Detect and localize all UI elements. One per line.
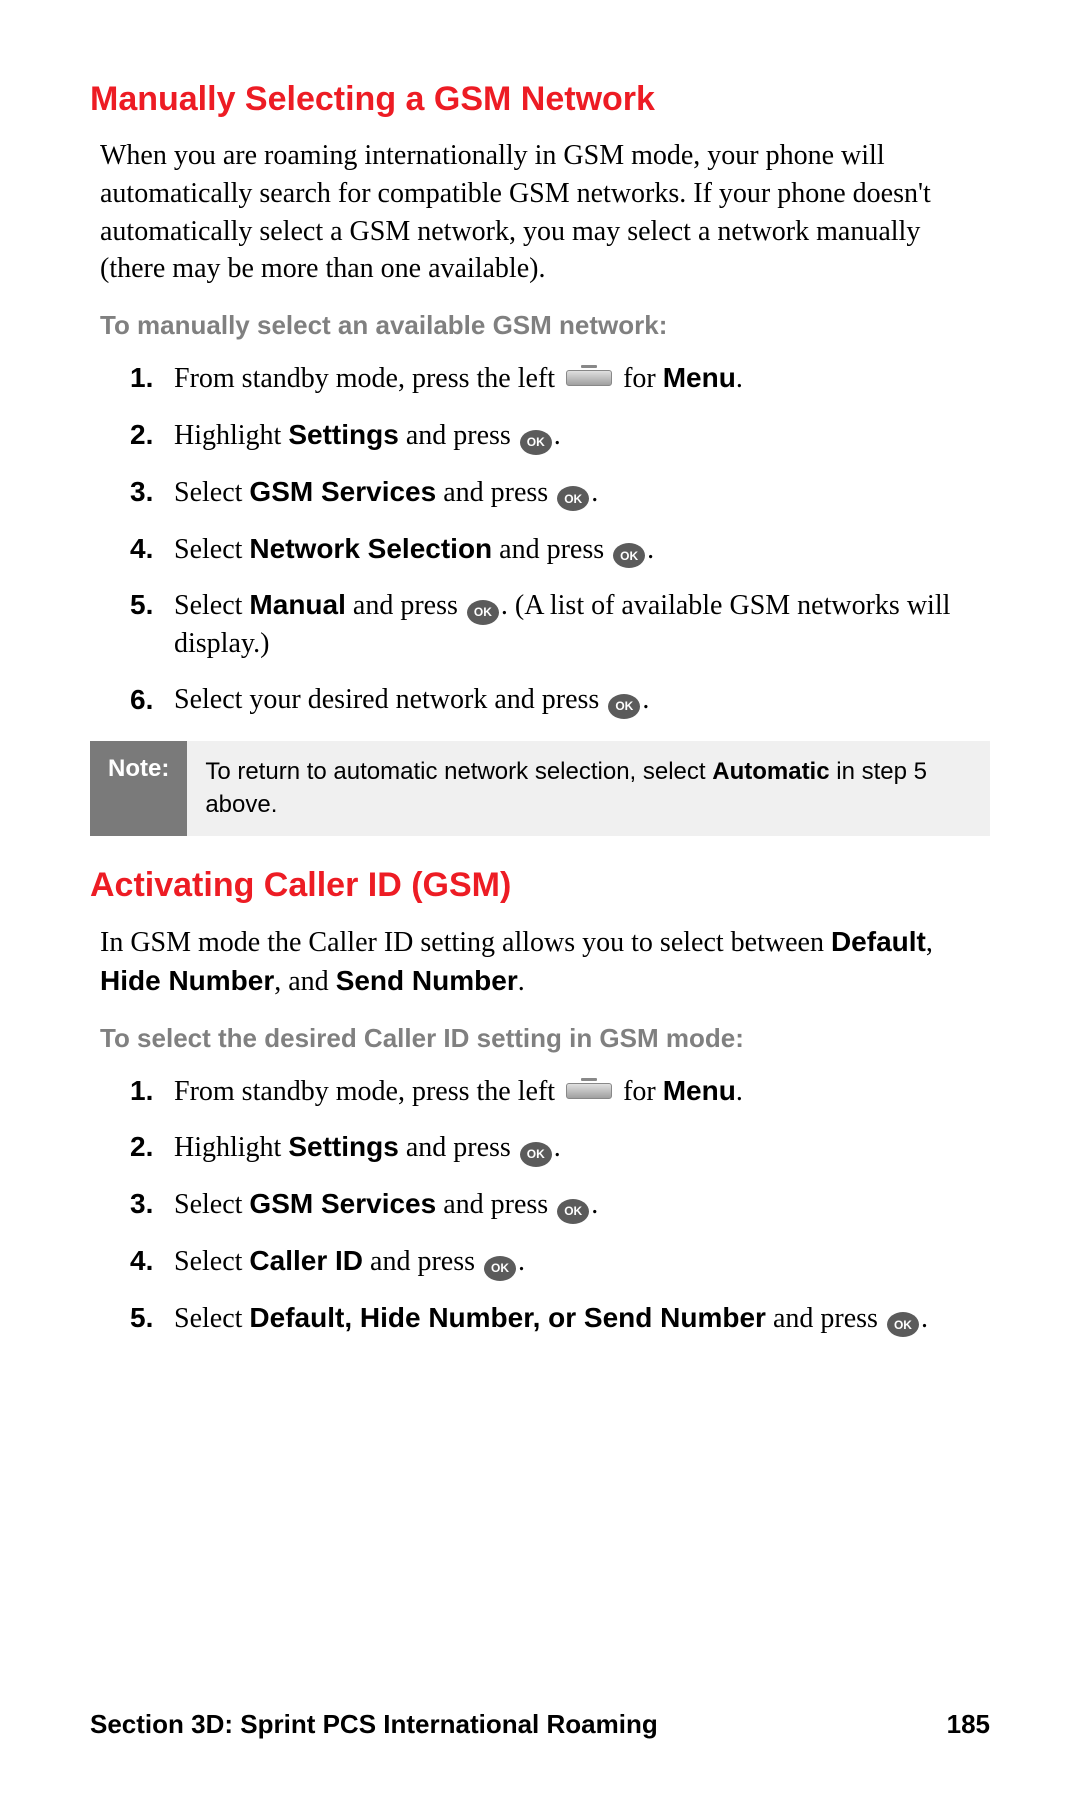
text: , — [926, 927, 933, 958]
text: . — [518, 966, 525, 997]
text: Select — [174, 1246, 249, 1277]
text: . — [647, 534, 654, 565]
step-2-1: From standby mode, press the left for Me… — [130, 1072, 980, 1111]
text: Highlight — [174, 1132, 288, 1163]
step-2-2: Highlight Settings and press OK. — [130, 1128, 980, 1167]
text: and press — [363, 1246, 482, 1277]
step-1-3: Select GSM Services and press OK. — [130, 473, 980, 512]
text: for — [616, 1076, 663, 1107]
ok-icon: OK — [520, 430, 552, 455]
page: Manually Selecting a GSM Network When yo… — [0, 0, 1080, 1800]
intro-paragraph-1: When you are roaming internationally in … — [100, 137, 980, 288]
ok-icon: OK — [557, 486, 589, 511]
text: and press — [436, 1189, 555, 1220]
text: Select — [174, 590, 249, 621]
note-label: Note: — [90, 741, 187, 836]
heading-gsm-network: Manually Selecting a GSM Network — [90, 80, 990, 119]
bold: Menu — [663, 362, 736, 393]
text: . — [736, 363, 743, 394]
text: and press — [399, 420, 518, 451]
text: . — [554, 1132, 561, 1163]
text: . — [921, 1303, 928, 1334]
note-body: To return to automatic network selection… — [187, 741, 990, 836]
text: and press — [436, 477, 555, 508]
text: From standby mode, press the left — [174, 1076, 562, 1107]
text: Select — [174, 1189, 249, 1220]
step-1-5: Select Manual and press OK. (A list of a… — [130, 586, 980, 663]
bold: GSM Services — [249, 476, 436, 507]
page-footer: Section 3D: Sprint PCS International Roa… — [90, 1709, 990, 1740]
bold: Default, Hide Number, or Send Number — [249, 1302, 766, 1333]
text: . — [642, 684, 649, 715]
footer-section: Section 3D: Sprint PCS International Roa… — [90, 1709, 658, 1740]
ok-icon: OK — [557, 1199, 589, 1224]
step-1-4: Select Network Selection and press OK. — [130, 530, 980, 569]
text: Select — [174, 477, 249, 508]
note-box: Note: To return to automatic network sel… — [90, 741, 990, 836]
text: and press — [399, 1132, 518, 1163]
step-1-2: Highlight Settings and press OK. — [130, 416, 980, 455]
ok-icon: OK — [887, 1312, 919, 1337]
text: . — [736, 1076, 743, 1107]
text: and press — [346, 590, 465, 621]
leadin-1: To manually select an available GSM netw… — [100, 310, 980, 341]
text: From standby mode, press the left — [174, 363, 562, 394]
bold: Manual — [249, 589, 345, 620]
step-1-1: From standby mode, press the left for Me… — [130, 359, 980, 398]
bold: Send Number — [336, 965, 518, 996]
bold: Default — [831, 926, 926, 957]
ok-icon: OK — [608, 694, 640, 719]
text: Select — [174, 1303, 249, 1334]
ok-icon: OK — [613, 543, 645, 568]
text: . — [591, 477, 598, 508]
steps-list-2: From standby mode, press the left for Me… — [130, 1072, 980, 1338]
ok-icon: OK — [520, 1142, 552, 1167]
intro-paragraph-2: In GSM mode the Caller ID setting allows… — [100, 923, 980, 1001]
bold: Menu — [663, 1075, 736, 1106]
bold: Caller ID — [249, 1245, 363, 1276]
text: and press — [492, 534, 611, 565]
step-2-5: Select Default, Hide Number, or Send Num… — [130, 1299, 980, 1338]
bold: Hide Number — [100, 965, 274, 996]
step-2-3: Select GSM Services and press OK. — [130, 1185, 980, 1224]
text: . — [591, 1189, 598, 1220]
heading-caller-id: Activating Caller ID (GSM) — [90, 866, 990, 905]
step-2-4: Select Caller ID and press OK. — [130, 1242, 980, 1281]
leadin-2: To select the desired Caller ID setting … — [100, 1023, 980, 1054]
text: In GSM mode the Caller ID setting allows… — [100, 927, 831, 958]
text: Select your desired network and press — [174, 684, 606, 715]
ok-icon: OK — [484, 1256, 516, 1281]
text: Select — [174, 534, 249, 565]
bold: GSM Services — [249, 1188, 436, 1219]
steps-list-1: From standby mode, press the left for Me… — [130, 359, 980, 719]
softkey-icon — [566, 370, 612, 386]
text: . — [518, 1246, 525, 1277]
text: , and — [274, 966, 335, 997]
footer-page-number: 185 — [947, 1709, 990, 1740]
step-1-6: Select your desired network and press OK… — [130, 681, 980, 719]
text: for — [616, 363, 663, 394]
text: . — [554, 420, 561, 451]
text: To return to automatic network selection… — [205, 758, 712, 785]
text: and press — [766, 1303, 885, 1334]
bold: Settings — [288, 419, 398, 450]
bold: Settings — [288, 1131, 398, 1162]
softkey-icon — [566, 1083, 612, 1099]
bold: Automatic — [712, 758, 829, 785]
ok-icon: OK — [467, 600, 499, 625]
bold: Network Selection — [249, 533, 492, 564]
text: Highlight — [174, 420, 288, 451]
